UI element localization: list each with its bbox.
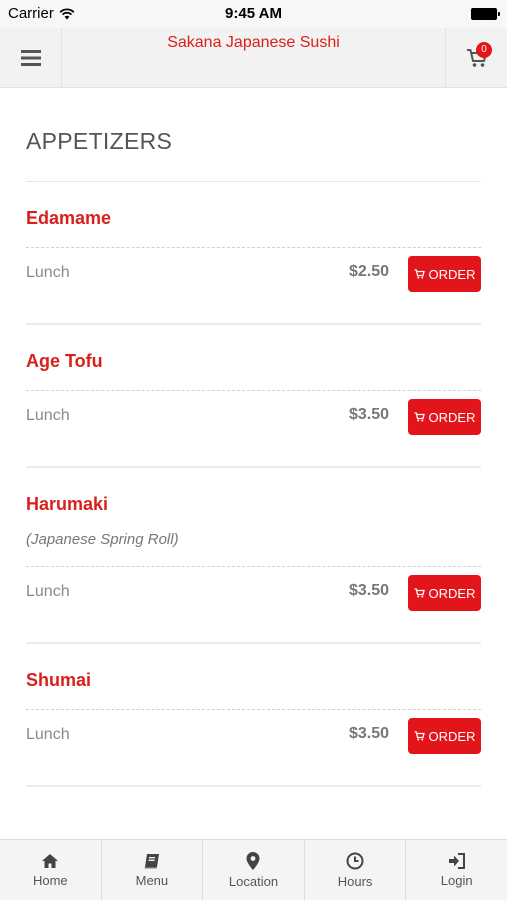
tab-login[interactable]: Login	[406, 840, 507, 900]
cart-icon	[414, 731, 425, 741]
cart-icon	[414, 412, 425, 422]
menu-item: Shumai Lunch $3.50 ORDER	[26, 644, 481, 787]
item-description: (Japanese Spring Roll)	[26, 531, 179, 548]
cart-icon	[414, 588, 425, 598]
price-row: Lunch $3.50 ORDER	[26, 709, 481, 755]
bottom-tab-bar: Home Menu Location Hours Login	[0, 839, 507, 900]
app-title: Sakana Japanese Sushi	[167, 34, 340, 51]
section-title: APPETIZERS	[26, 128, 173, 154]
size-label: Lunch	[26, 583, 70, 600]
size-label: Lunch	[26, 726, 70, 743]
map-marker-icon	[246, 851, 260, 870]
order-label: ORDER	[428, 266, 476, 282]
item-price: $2.50	[348, 263, 389, 280]
order-button[interactable]: ORDER	[408, 718, 481, 754]
tab-menu[interactable]: Menu	[102, 840, 204, 900]
tab-label: Login	[440, 872, 473, 888]
price-row: Lunch $3.50 ORDER	[26, 566, 481, 612]
item-name: Shumai	[26, 670, 92, 690]
tab-label: Hours	[337, 873, 373, 889]
home-icon	[42, 853, 59, 868]
order-label: ORDER	[428, 585, 476, 601]
price-row: Lunch $3.50 ORDER	[26, 390, 481, 436]
tab-home[interactable]: Home	[0, 840, 102, 900]
clock-icon	[346, 852, 364, 869]
cart-count-badge: 0	[476, 42, 492, 58]
clock-time: 9:45 AM	[225, 5, 282, 22]
order-label: ORDER	[428, 728, 476, 744]
price-row: Lunch $2.50 ORDER	[26, 247, 481, 293]
order-label: ORDER	[428, 409, 476, 425]
tab-label: Location	[228, 873, 279, 889]
order-button[interactable]: ORDER	[408, 575, 481, 611]
app-header: Sakana Japanese Sushi 0	[0, 28, 507, 88]
tab-location[interactable]: Location	[203, 840, 305, 900]
tab-label: Menu	[135, 872, 169, 888]
item-name: Edamame	[26, 208, 112, 228]
tab-label: Home	[32, 872, 68, 888]
item-price: $3.50	[348, 406, 389, 423]
hamburger-menu-button[interactable]	[0, 28, 62, 87]
order-button[interactable]: ORDER	[408, 256, 481, 292]
order-button[interactable]: ORDER	[408, 399, 481, 435]
menu-item: Edamame Lunch $2.50 ORDER	[26, 182, 481, 325]
hamburger-icon	[20, 49, 41, 66]
cart-icon	[414, 269, 425, 279]
menu-content: APPETIZERS Edamame Lunch $2.50 ORDER Age…	[26, 88, 481, 787]
cart-button[interactable]: 0	[445, 28, 507, 87]
menu-item: Harumaki (Japanese Spring Roll) Lunch $3…	[26, 468, 481, 644]
sign-in-icon	[448, 852, 465, 869]
status-bar: Carrier 9:45 AM	[0, 0, 507, 28]
book-icon	[144, 853, 159, 868]
item-price: $3.50	[348, 582, 389, 599]
menu-item: Age Tofu Lunch $3.50 ORDER	[26, 325, 481, 468]
battery-icon	[471, 8, 500, 20]
tab-hours[interactable]: Hours	[305, 840, 407, 900]
item-price: $3.50	[348, 725, 389, 742]
item-name: Harumaki	[26, 494, 109, 514]
item-name: Age Tofu	[26, 351, 103, 371]
size-label: Lunch	[26, 264, 70, 281]
size-label: Lunch	[26, 407, 70, 424]
